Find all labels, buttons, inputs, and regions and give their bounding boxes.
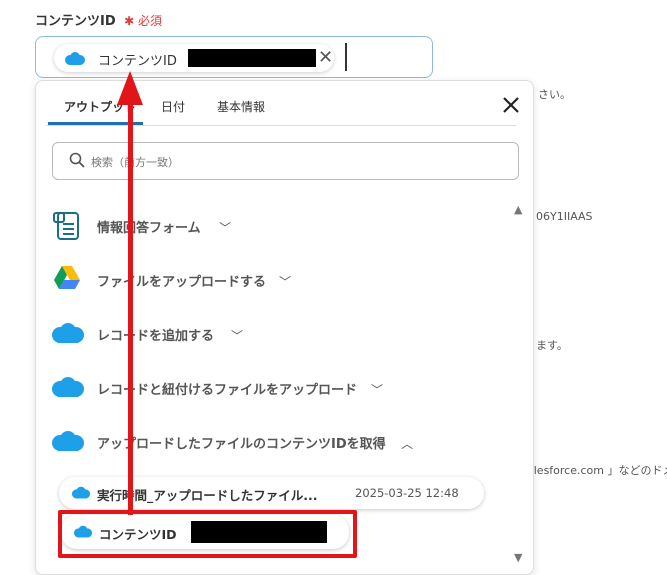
required-badge: ✱ 必須	[124, 14, 163, 28]
field-label: コンテンツID ✱ 必須	[35, 10, 162, 29]
section-add-record[interactable]: レコードを追加する ﹀	[52, 317, 492, 351]
section-label: ファイルをアップロードする	[97, 275, 267, 290]
close-icon[interactable]	[501, 95, 521, 115]
chip-label: コンテンツID	[98, 54, 177, 69]
form-icon	[53, 212, 79, 240]
background-text: ます。	[536, 339, 568, 352]
annotation-arrowhead	[117, 71, 143, 105]
background-text: alesforce.com 」などのドメ	[527, 464, 667, 477]
section-label: アップロードしたファイルのコンテンツIDを取得	[97, 437, 386, 452]
salesforce-icon	[52, 377, 84, 397]
background-text: 06Y1IIAAS	[536, 210, 593, 223]
text-caret	[345, 43, 347, 71]
tab-basic-info[interactable]: 基本情報	[217, 98, 265, 115]
search-placeholder: 検索（前方一致）	[91, 156, 179, 169]
tab-date[interactable]: 日付	[161, 98, 185, 115]
annotation-highlight-box	[58, 510, 357, 558]
search-icon	[69, 152, 85, 168]
salesforce-icon	[52, 431, 84, 451]
section-label: 情報回答フォーム	[97, 221, 201, 236]
section-upload-file[interactable]: ファイルをアップロードする ﹀	[52, 263, 492, 297]
scroll-down-arrow[interactable]: ▼	[514, 551, 522, 564]
search-input[interactable]: 検索（前方一致）	[52, 142, 519, 180]
google-drive-icon	[54, 266, 80, 289]
section-form[interactable]: 情報回答フォーム ﹀	[52, 209, 492, 243]
annotation-arrow-shaft	[128, 105, 133, 515]
output-item-value: 2025-03-25 12:48	[355, 486, 459, 500]
chevron-up-icon: ︿	[401, 437, 414, 451]
output-item-exec-time[interactable]: 実行時間_アップロードしたファイル... 2025-03-25 12:48	[59, 477, 484, 509]
salesforce-icon	[71, 486, 91, 499]
salesforce-icon	[65, 52, 85, 65]
redacted-block	[188, 49, 316, 67]
chevron-down-icon: ﹀	[231, 329, 244, 343]
chevron-down-icon: ﹀	[279, 275, 292, 289]
chevron-down-icon: ﹀	[371, 383, 384, 397]
field-label-text: コンテンツID	[35, 14, 116, 29]
chevron-down-icon: ﹀	[219, 221, 232, 235]
section-label: レコードを追加する	[97, 329, 215, 344]
scroll-up-arrow[interactable]: ▲	[514, 203, 522, 216]
salesforce-icon	[52, 323, 84, 343]
content-id-input[interactable]: コンテンツID ✕	[35, 36, 433, 78]
variable-chip[interactable]: コンテンツID ✕	[54, 44, 334, 72]
background-text: さい。	[538, 88, 571, 101]
section-link-file[interactable]: レコードと紐付けるファイルをアップロード ﹀	[52, 371, 492, 405]
section-label: レコードと紐付けるファイルをアップロード	[97, 383, 358, 398]
variable-picker-panel: アウトプット 日付 基本情報 検索（前方一致） ▲ ▼ 情報回答フォーム ﹀ フ…	[35, 80, 534, 575]
section-get-content-id[interactable]: アップロードしたファイルのコンテンツIDを取得 ︿	[52, 425, 492, 459]
close-icon[interactable]: ✕	[318, 47, 333, 68]
